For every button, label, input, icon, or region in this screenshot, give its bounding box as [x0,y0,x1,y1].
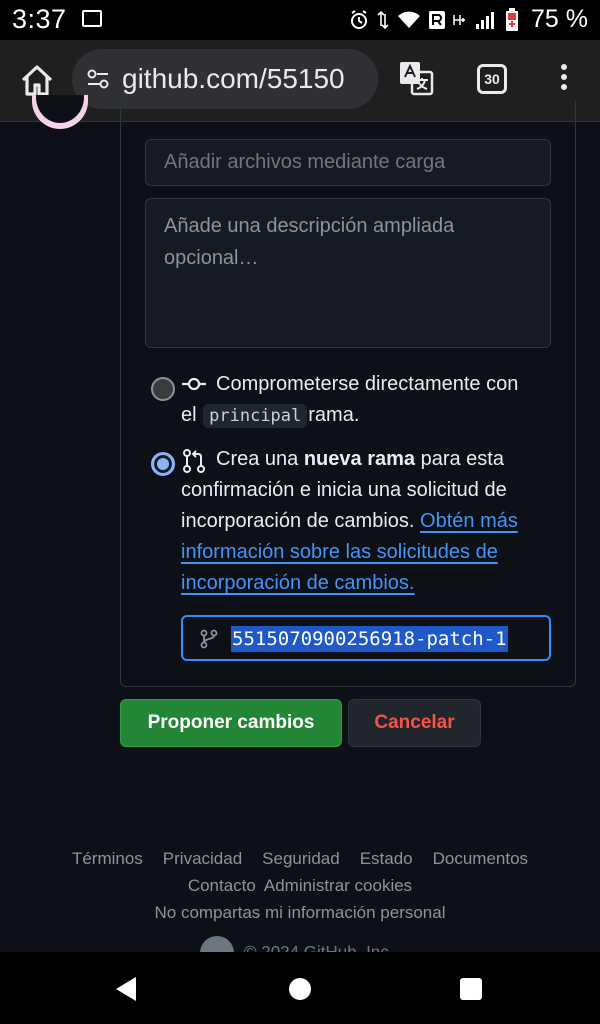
branch-name-chip: principal [203,404,308,428]
option-new-branch-bold: nueva rama [303,448,416,470]
battery-icon [506,7,519,31]
git-commit-icon [182,377,206,391]
home-nav-icon[interactable] [289,978,311,1000]
translate-icon[interactable] [398,60,434,96]
footer-link-status[interactable]: Estado [360,849,413,868]
recents-icon[interactable] [460,978,482,1000]
footer-link-security[interactable]: Seguridad [262,849,340,868]
tabs-icon[interactable]: 30 [477,64,507,94]
status-icons: 75 % [349,5,588,34]
status-bar: 3:37 75 % [0,0,600,40]
new-branch-name-input[interactable]: 5515070900256918-patch-1 [181,615,551,661]
git-branch-icon [200,629,218,649]
back-icon[interactable] [114,976,138,1002]
footer-link-cookies[interactable]: Administrar cookies [264,876,412,895]
new-branch-name-value[interactable]: 5515070900256918-patch-1 [231,626,508,652]
signal-icon [476,11,495,29]
option-new-branch-pre: Crea una [216,448,299,470]
hplus-icon [453,14,466,25]
battery-percent: 75 % [531,5,588,33]
footer-link-docs[interactable]: Documentos [433,849,528,868]
status-time: 3:37 [12,4,67,34]
option-direct-rama: rama. [308,404,360,426]
tune-icon[interactable] [86,67,110,91]
propose-changes-button[interactable]: Proponer cambios [120,699,342,747]
android-nav-bar [0,952,600,1024]
footer-link-privacy[interactable]: Privacidad [163,849,242,868]
option-new-branch-label: Crea una nueva rama para esta confirmaci… [181,444,551,599]
footer-row-1: Términos Privacidad Seguridad Estado Documen… [0,845,600,872]
footer-link-terms[interactable]: Términos [72,849,143,868]
footer-link-do-not-share[interactable]: No compartas mi información personal [154,903,445,922]
upload-files-input[interactable] [145,139,551,186]
cancel-button[interactable]: Cancelar [348,699,481,747]
footer-link-contact[interactable]: Contacto [188,876,256,895]
more-vert-icon[interactable] [556,64,572,96]
option-direct-el: el [181,404,197,426]
radio-commit-direct[interactable] [151,377,175,401]
extended-description-field[interactable]: Añade una descripción ampliada opcional… [145,198,551,348]
avatar [32,95,88,129]
image-icon [82,10,102,27]
option-direct-label-2: el principal rama. [181,400,359,431]
alarm-icon [351,9,368,29]
wifi-icon [398,11,421,28]
data-arrows-icon [377,10,389,29]
roaming-icon [429,10,446,29]
url-text[interactable]: github.com/55150 [122,63,345,95]
footer-row-3: No compartas mi información personal [0,899,600,926]
radio-new-branch[interactable] [151,452,175,476]
option-direct-label: Comprometerse directamente con [216,373,519,395]
footer: Términos Privacidad Seguridad Estado Documen… [0,845,600,926]
footer-row-2: Contacto Administrar cookies [0,872,600,899]
